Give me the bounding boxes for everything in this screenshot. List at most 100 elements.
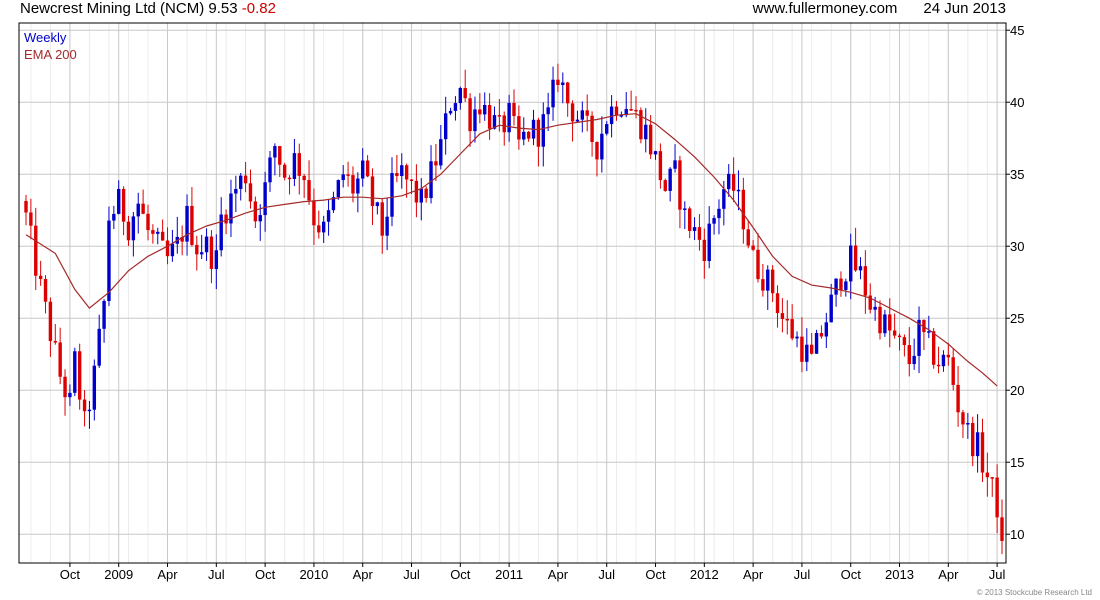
candle-body [746, 229, 750, 246]
candle-body [243, 175, 248, 184]
candle-body [575, 119, 580, 122]
x-tick-label: Jul [989, 567, 1006, 582]
candle-body [585, 110, 589, 116]
legend-label: EMA 200 [24, 47, 77, 62]
candle-body [263, 182, 267, 216]
x-tick-label: Jul [403, 567, 420, 582]
candle-body [307, 180, 311, 201]
y-tick-label: 25 [1010, 311, 1024, 326]
candle-body [43, 279, 48, 302]
candle-body [185, 205, 189, 242]
candle-body [873, 306, 877, 310]
candle-body [800, 336, 804, 362]
candle-body [663, 180, 667, 191]
candle-body [29, 212, 33, 226]
candle-body [824, 322, 829, 337]
candle-body [609, 106, 614, 125]
candle-body [361, 160, 365, 179]
candle-body [629, 109, 633, 111]
copyright: © 2013 Stockcube Research Ltd [976, 588, 1092, 597]
y-tick-label: 15 [1010, 455, 1024, 470]
candle-body [809, 344, 814, 354]
candle-body [829, 294, 833, 323]
x-tick-label: Apr [938, 567, 959, 582]
candle-body [722, 189, 726, 209]
candle-body [58, 342, 62, 377]
candle-body [946, 354, 951, 358]
candle-body [453, 103, 458, 111]
candle-body [683, 208, 687, 210]
candle-body [239, 175, 243, 189]
candle-body [429, 161, 433, 199]
candle-body [468, 98, 472, 132]
candle-body [156, 231, 160, 234]
x-tick-label: Oct [450, 567, 471, 582]
candle-body [165, 240, 170, 257]
candle-body [141, 203, 145, 214]
candle-body [980, 432, 985, 473]
candle-body [199, 252, 204, 255]
candle-body [273, 146, 277, 158]
candle-body [990, 477, 994, 479]
candle-body [878, 306, 882, 334]
y-tick-label: 40 [1010, 95, 1024, 110]
candle-body [121, 188, 126, 222]
candle-body [34, 225, 38, 276]
candle-body [819, 333, 824, 337]
candle-body [97, 328, 101, 366]
y-tick-label: 30 [1010, 239, 1024, 254]
candle-body [648, 124, 653, 155]
candle-body [883, 314, 887, 334]
candle-body [761, 279, 765, 291]
candle-body [736, 189, 741, 192]
candle-body [351, 175, 355, 194]
candle-body [644, 124, 648, 140]
candle-body [951, 357, 955, 385]
y-tick-label: 20 [1010, 383, 1024, 398]
candle-body [297, 153, 301, 176]
candle-body [668, 168, 672, 191]
candle-body [419, 188, 423, 203]
candle-body [546, 107, 550, 115]
candle-body [385, 216, 389, 236]
candle-body [248, 183, 253, 202]
candle-body [356, 178, 360, 194]
candle-body [77, 351, 82, 400]
candle-body [570, 103, 575, 122]
candle-body [82, 399, 87, 412]
candle-body [766, 269, 770, 291]
candle-body [790, 319, 794, 339]
candle-body [287, 177, 292, 180]
candle-body [658, 151, 663, 181]
candle-body [780, 313, 785, 319]
candle-body [814, 333, 819, 354]
candlestick-chart: 10 15 20 25 30 35 40 45 Oct 2009 Apr Jul Oct 2010 Apr J… [18, 22, 1024, 582]
candle-body [751, 245, 755, 250]
candle-body [214, 250, 219, 269]
candle-body [717, 208, 721, 219]
candle-body [712, 218, 716, 224]
candle-body [458, 87, 463, 104]
candle-body [136, 203, 140, 217]
candle-body [302, 175, 306, 181]
candle-body [858, 266, 863, 271]
candle-body [131, 216, 136, 241]
candle-body [892, 330, 897, 336]
x-tick-label: Oct [645, 567, 666, 582]
candle-body [24, 200, 28, 213]
candle-body [849, 245, 853, 282]
candle-body [375, 202, 380, 207]
candle-body [126, 221, 131, 241]
candle-body [390, 173, 394, 217]
candle-body [907, 345, 911, 365]
x-tick-label: Jul [598, 567, 615, 582]
candle-body [580, 110, 585, 120]
candle-body [317, 225, 321, 233]
candle-body [897, 335, 902, 338]
candle-body [253, 201, 258, 222]
candle-body [687, 208, 692, 231]
candle-body [234, 188, 238, 194]
candle-body [536, 119, 541, 147]
candle-body [380, 202, 384, 236]
candle-body [268, 157, 272, 183]
